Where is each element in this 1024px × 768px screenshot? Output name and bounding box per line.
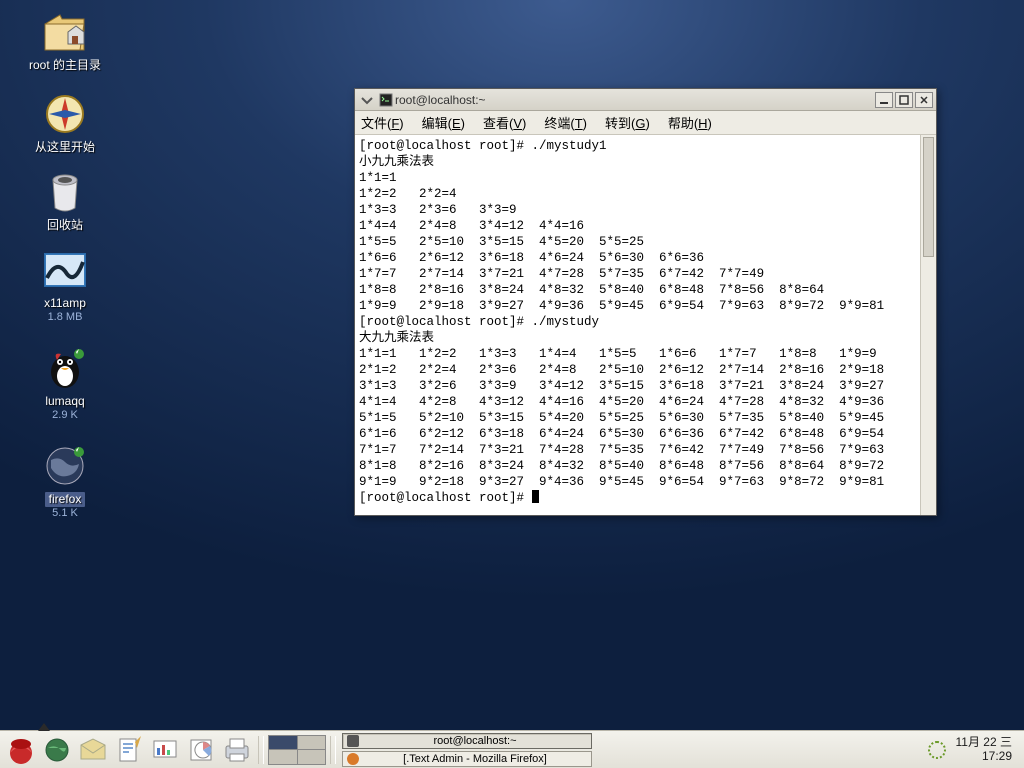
maximize-button[interactable] — [895, 92, 913, 108]
workspace-4[interactable] — [298, 750, 326, 764]
terminal-output[interactable]: [root@localhost root]# ./mystudy1小九九乘法表1… — [355, 135, 936, 515]
print-launcher[interactable] — [220, 734, 254, 766]
window-menu-icon[interactable] — [358, 91, 376, 109]
desktop-icon-label: x11amp — [44, 296, 86, 311]
workspace-3[interactable] — [269, 750, 297, 764]
desktop-icon-home[interactable]: root 的主目录 — [10, 8, 120, 73]
workspace-pager[interactable] — [268, 735, 326, 765]
task-button-firefox[interactable]: [.Text Admin - Mozilla Firefox] — [342, 751, 592, 767]
desktop-icon-label: 回收站 — [47, 218, 83, 233]
minimize-button[interactable] — [875, 92, 893, 108]
desktop-icon-start-here[interactable]: 从这里开始 — [10, 90, 120, 155]
clock-date: 11月 22 三 — [956, 736, 1012, 749]
taskbar: root@localhost:~ [.Text Admin - Mozilla … — [0, 730, 1024, 768]
window-list: root@localhost:~ [.Text Admin - Mozilla … — [342, 733, 592, 767]
scrollbar-thumb[interactable] — [923, 137, 934, 257]
calc-launcher[interactable] — [184, 734, 218, 766]
menu-file[interactable]: 文件(F) — [361, 113, 404, 132]
web-browser-launcher[interactable] — [40, 734, 74, 766]
activity-indicator-icon[interactable] — [928, 741, 946, 759]
close-button[interactable] — [915, 92, 933, 108]
window-title: root@localhost:~ — [393, 93, 874, 107]
menu-terminal[interactable]: 终端(T) — [544, 113, 587, 132]
menu-view[interactable]: 查看(V) — [483, 113, 526, 132]
panel-separator — [330, 736, 336, 764]
menu-edit[interactable]: 编辑(E) — [422, 113, 465, 132]
globe-icon — [41, 442, 89, 490]
menubar: 文件(F) 编辑(E) 查看(V) 终端(T) 转到(G) 帮助(H) — [355, 111, 936, 135]
penguin-icon — [41, 344, 89, 392]
trash-icon — [41, 168, 89, 216]
terminal-icon — [347, 735, 359, 747]
desktop-icon-trash[interactable]: 回收站 — [10, 168, 120, 233]
compass-icon — [41, 90, 89, 138]
desktop-icon-size: 2.9 K — [52, 409, 78, 421]
panel-hide-arrow-icon[interactable] — [38, 723, 50, 731]
menu-go[interactable]: 转到(G) — [605, 113, 650, 132]
clock-time: 17:29 — [956, 750, 1012, 763]
titlebar[interactable]: root@localhost:~ — [355, 89, 936, 111]
writer-launcher[interactable] — [112, 734, 146, 766]
folder-home-icon — [41, 8, 89, 56]
desktop-icon-firefox[interactable]: firefox 5.1 K — [10, 442, 120, 519]
desktop-icon-label: firefox — [45, 492, 86, 507]
impress-launcher[interactable] — [148, 734, 182, 766]
firefox-icon — [347, 753, 359, 765]
desktop-icon-label: root 的主目录 — [29, 58, 101, 73]
workspace-2[interactable] — [298, 736, 326, 750]
system-tray: 11月 22 三 17:29 — [928, 736, 1020, 762]
desktop-icon-label: lumaqq — [45, 394, 84, 409]
terminal-window: root@localhost:~ 文件(F) 编辑(E) 查看(V) 终端(T)… — [354, 88, 937, 516]
workspace-1[interactable] — [269, 736, 297, 750]
desktop-icon-size: 5.1 K — [52, 507, 78, 519]
task-label: root@localhost:~ — [363, 735, 587, 747]
archive-icon — [41, 246, 89, 294]
main-menu-button[interactable] — [4, 734, 38, 766]
scrollbar[interactable] — [920, 135, 936, 515]
task-button-terminal[interactable]: root@localhost:~ — [342, 733, 592, 749]
desktop-icon-lumaqq[interactable]: lumaqq 2.9 K — [10, 344, 120, 421]
desktop-icon-label: 从这里开始 — [35, 140, 95, 155]
terminal-icon — [379, 93, 393, 107]
clock[interactable]: 11月 22 三 17:29 — [956, 736, 1012, 762]
desktop-icon-x11amp[interactable]: x11amp 1.8 MB — [10, 246, 120, 323]
menu-help[interactable]: 帮助(H) — [668, 113, 712, 132]
panel-separator — [258, 736, 264, 764]
task-label: [.Text Admin - Mozilla Firefox] — [363, 753, 587, 765]
desktop-icon-size: 1.8 MB — [48, 311, 83, 323]
email-launcher[interactable] — [76, 734, 110, 766]
